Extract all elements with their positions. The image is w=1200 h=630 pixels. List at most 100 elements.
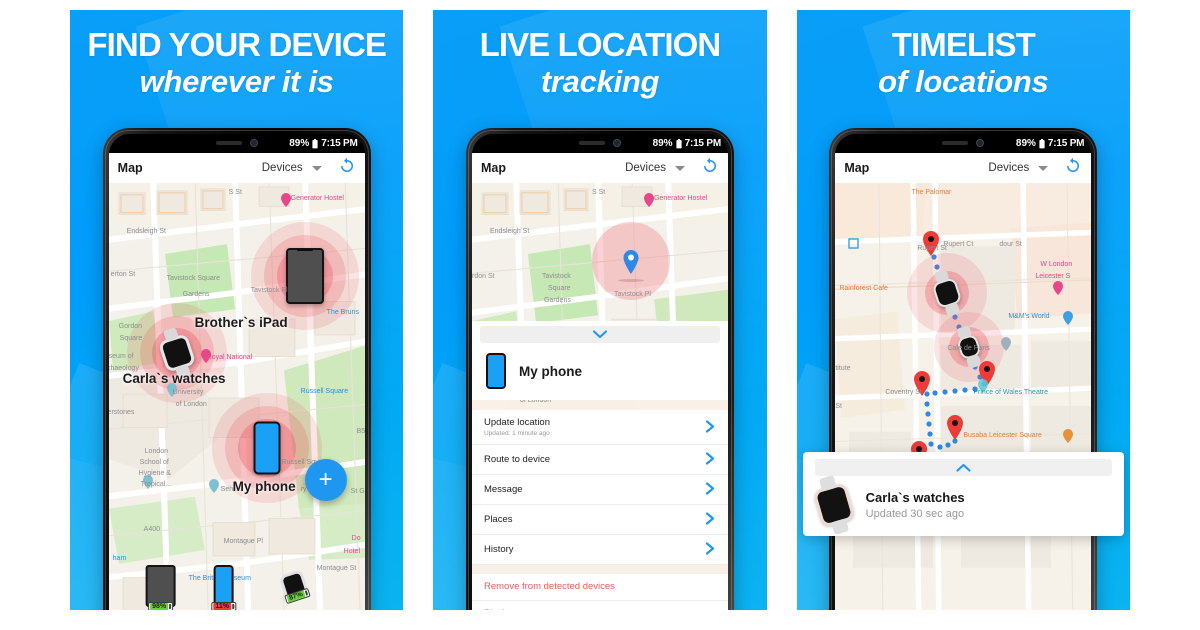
menu-item-label: Places [483,513,513,525]
battery-percent: 89% [652,138,673,149]
app-bar: Map Devices [835,153,1092,183]
headline-line-1: TIMELIST [891,26,1036,63]
menu-item[interactable]: Message [471,475,728,506]
refresh-icon[interactable] [324,157,356,180]
phone-notch [547,134,652,151]
map-poi-layer [142,193,291,493]
clock: 7:15 PM [1047,138,1085,149]
menu-section-gap [471,565,728,575]
card-handle[interactable] [814,459,1112,477]
headline-line-2: wherever it is [139,63,334,99]
menu-item-label: History [483,543,514,555]
menu-item-label: Remove from detected devices [483,581,615,593]
front-camera-icon [612,138,621,147]
battery-percent: 89% [289,138,310,149]
battery-badge: 11% [211,602,236,610]
menu-item-label: Route to device [483,453,550,465]
card-body: Carla`s watches Updated 30 sec ago [803,475,1124,535]
battery-icon [312,138,318,149]
route-pins-layer[interactable] [835,183,1091,610]
tablet-icon: 98% [145,565,176,610]
card-text: Carla`s watches Updated 30 sec ago [866,490,965,520]
chevron-down-icon[interactable] [311,165,322,171]
panel-find-your-device: FIND YOUR DEVICE wherever it is 89% 7:15… [70,10,404,610]
chevron-down-icon[interactable] [1038,165,1049,171]
menu-item[interactable]: Update location Updated: 1 minute ago [471,410,728,446]
promo-banner: FIND YOUR DEVICE wherever it is 89% 7:15… [0,0,1200,630]
watch-icon: 87% [278,568,311,605]
chevron-right-icon [705,542,716,557]
earpiece-speaker-icon [578,140,605,145]
menu-item[interactable]: Places [471,505,728,536]
battery-percent: 89% [1015,138,1036,149]
chevron-up-icon [956,459,971,477]
battery-level: 98% [150,603,169,610]
phone-screen: 89% 7:15 PM Map Devices [835,134,1092,610]
card-device-status: Updated 30 sec ago [865,508,965,520]
map-view[interactable]: The Palomar Rupert Ct Rupert St dour St W Lo… [835,183,1092,610]
headline-line-2: tracking [540,63,660,99]
menu-item-danger[interactable]: Remove from detected devices [471,574,728,602]
chevron-right-icon [705,512,716,527]
device-selector[interactable]: Devices [988,162,1029,174]
phone-mockup: 89% 7:15 PM Map Devices [102,128,371,610]
app-bar: Map Devices [108,153,365,183]
device-detail-sheet: My phone of London Update location Update… [471,321,728,610]
menu-item-danger[interactable]: Block [472,601,728,610]
phone-screen: 89% 7:15 PM Map Devices [108,134,365,610]
phone-notch [911,134,1016,151]
menu-item-label: Message [483,483,523,495]
headline-line-2: of locations [878,63,1049,99]
chevron-down-icon[interactable] [674,165,685,171]
map-view[interactable]: Brother`s iPad Carla`s watches My phone … [108,183,365,610]
headline: FIND YOUR DEVICE wherever it is [70,10,403,100]
device-selector[interactable]: Devices [625,162,666,174]
phone-screen: 89% 7:15 PM Map Devices [471,134,728,610]
refresh-icon[interactable] [687,157,719,180]
headline-line-1: LIVE LOCATION [479,26,722,63]
app-bar-title: Map [844,161,870,175]
phone-icon: 11% [211,565,236,610]
clock: 7:15 PM [684,138,722,149]
sheet-handle[interactable] [479,326,720,344]
front-camera-icon [249,138,258,147]
sheet-device-header: My phone [471,343,728,401]
battery-icon [675,138,682,149]
chevron-down-icon [592,326,608,344]
card-device-name: Carla`s watches [865,490,965,505]
battery-badge: 87% [283,587,311,605]
battery-nub [231,604,234,609]
front-camera-icon [976,138,985,147]
plus-icon: + [318,466,333,493]
menu-item[interactable]: Route to device [471,445,728,476]
panel-live-location: LIVE LOCATION tracking 89% 7:15 PM Map D… [433,10,767,610]
menu-item-label: Block [484,608,716,610]
sheet-device-name: My phone [518,363,582,379]
app-bar: Map Devices [471,153,728,183]
device-chip[interactable]: 11%My phone [204,565,243,610]
earpiece-speaker-icon [942,140,969,145]
battery-level: 11% [213,603,231,610]
chevron-right-icon [705,420,716,435]
headline: LIVE LOCATION tracking [433,10,766,100]
menu-item-label: Update location [483,417,551,429]
device-chip-bar: 98%Brother`s iPad 11%My phone 87%Carla`s w… [109,558,365,610]
phone-mockup: 89% 7:15 PM Map Devices [829,128,1098,610]
menu-item[interactable]: History [471,535,728,566]
device-chip[interactable]: 98%Brother`s iPad [134,565,187,610]
map-strip-gap: of London [471,400,728,411]
device-selector[interactable]: Devices [262,162,303,174]
add-device-fab[interactable]: + [304,459,347,501]
headline-line-1: FIND YOUR DEVICE [87,26,386,63]
device-chip[interactable]: 87%Carla`s watches [265,568,323,610]
device-action-menu: Update location Updated: 1 minute ago Rout… [471,410,728,610]
refresh-icon[interactable] [1050,157,1082,180]
headline: TIMELIST of locations [797,10,1130,100]
selected-device-card: Carla`s watches Updated 30 sec ago [802,452,1124,536]
app-bar-title: Map [117,161,143,175]
chevron-right-icon [705,482,716,497]
earpiece-speaker-icon [215,140,242,145]
battery-nub [169,604,172,609]
menu-item-subtitle: Updated: 1 minute ago [483,430,550,438]
phone-notch [184,134,289,151]
